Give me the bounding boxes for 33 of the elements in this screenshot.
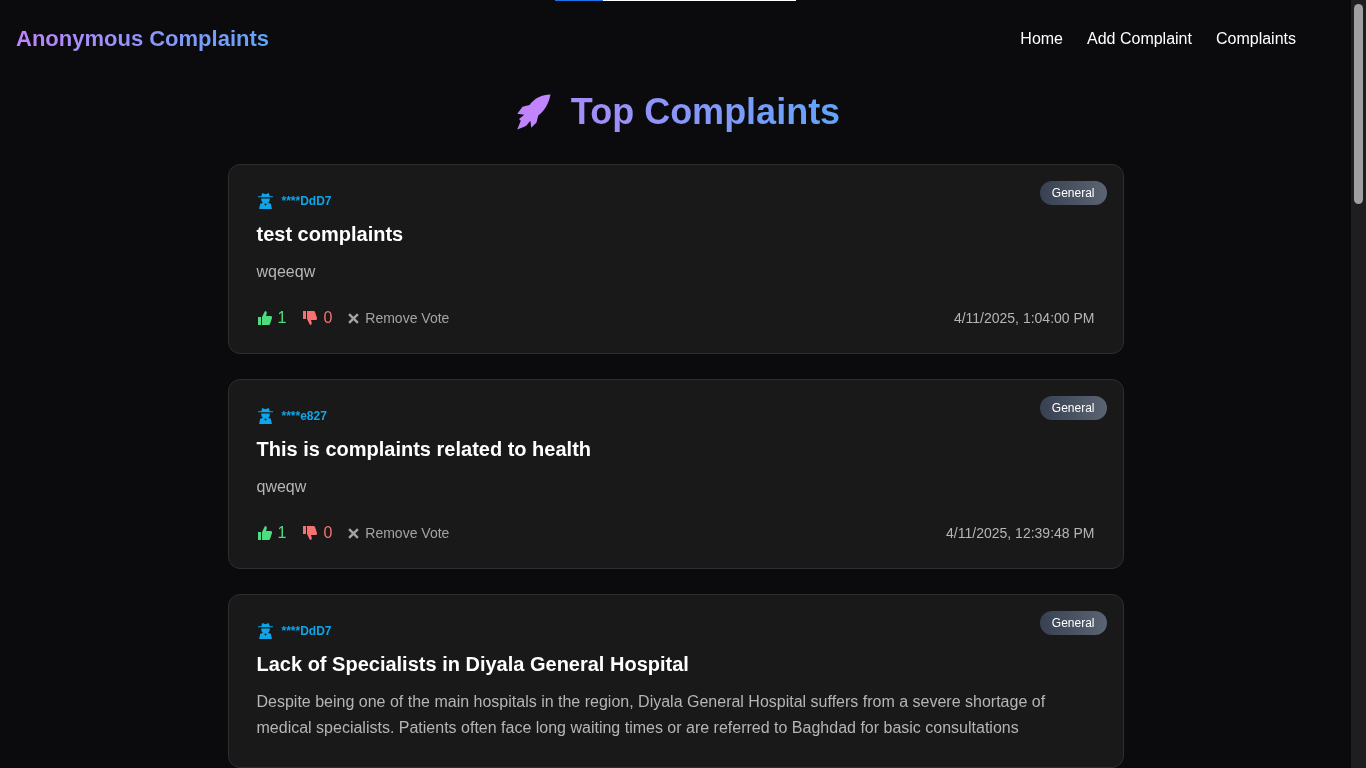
complaint-text: wqeeqw — [256, 262, 317, 282]
upvote-button[interactable]: 1 — [256, 309, 287, 327]
category-tag: General — [1039, 181, 1107, 205]
complaint-title: This is complaints related to health — [256, 438, 592, 461]
complaint-text: Despite being one of the main hospitals in the region, Diyala General Hospital suffers from a severe shortage of medical specialists. Patients often face long waiting times or are referred to Baghdad for basic consultations — [256, 692, 1047, 738]
nav-link[interactable]: Add Complaint — [1087, 30, 1192, 48]
complaint-date: 4/11/2025, 1:04:00 PM — [953, 310, 1095, 326]
complaint-text: qweqw — [256, 477, 308, 497]
remove-vote-button[interactable]: Remove Vote — [348, 310, 450, 326]
complaint-title: Lack of Specialists in Diyala General Hospital — [256, 653, 690, 676]
remove-vote-button[interactable]: Remove Vote — [348, 525, 450, 541]
thumbs-up-icon — [256, 310, 273, 326]
close-icon — [348, 312, 360, 324]
nav-link[interactable]: Home — [1020, 30, 1063, 48]
author-id: ****DdD7 — [281, 193, 332, 208]
author-id: ****DdD7 — [281, 623, 332, 638]
spy-icon — [256, 622, 274, 639]
nav-link[interactable]: Complaints — [1215, 30, 1296, 48]
author-id: ****e827 — [281, 408, 327, 423]
complaint-title: test complaints — [256, 223, 405, 246]
spy-icon — [256, 407, 274, 424]
scrollbar[interactable] — [1351, 0, 1366, 768]
category-tag: General — [1039, 611, 1107, 635]
upvote-button[interactable]: 1 — [256, 524, 287, 542]
downvote-button[interactable]: 0 — [302, 524, 333, 542]
thumbs-up-icon — [256, 525, 273, 541]
thumbs-down-icon — [302, 310, 319, 326]
spy-icon — [256, 192, 274, 209]
category-tag: General — [1039, 396, 1107, 420]
close-icon — [348, 527, 360, 539]
complaint-date: 4/11/2025, 12:39:48 PM — [946, 525, 1095, 541]
thumbs-down-icon — [302, 525, 319, 541]
downvote-button[interactable]: 0 — [302, 309, 333, 327]
